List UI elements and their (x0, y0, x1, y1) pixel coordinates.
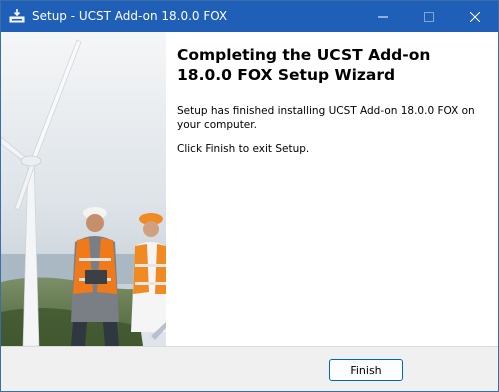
maximize-icon (424, 11, 434, 22)
wind-turbine-engineers-illustration (1, 32, 166, 346)
close-button[interactable] (452, 1, 498, 32)
minimize-button[interactable] (360, 1, 406, 32)
completion-message: Setup has finished installing UCST Add-o… (177, 105, 475, 131)
finish-button[interactable]: Finish (329, 359, 403, 381)
wizard-footer: Finish (1, 347, 498, 391)
wizard-banner-image (1, 32, 166, 346)
title-bar[interactable]: Setup - UCST Add-on 18.0.0 FOX (1, 1, 498, 32)
setup-window: Setup - UCST Add-on 18.0.0 FOX Completin… (0, 0, 499, 392)
minimize-icon (378, 16, 388, 17)
close-icon (470, 11, 480, 22)
wizard-content-panel: Completing the UCST Add-on 18.0.0 FOX Se… (166, 32, 498, 346)
page-title: Completing the UCST Add-on 18.0.0 FOX Se… (177, 46, 431, 84)
exit-instruction: Click Finish to exit Setup. (177, 143, 310, 155)
window-title: Setup - UCST Add-on 18.0.0 FOX (32, 9, 228, 23)
maximize-button[interactable] (406, 1, 452, 32)
installer-icon (9, 9, 25, 23)
